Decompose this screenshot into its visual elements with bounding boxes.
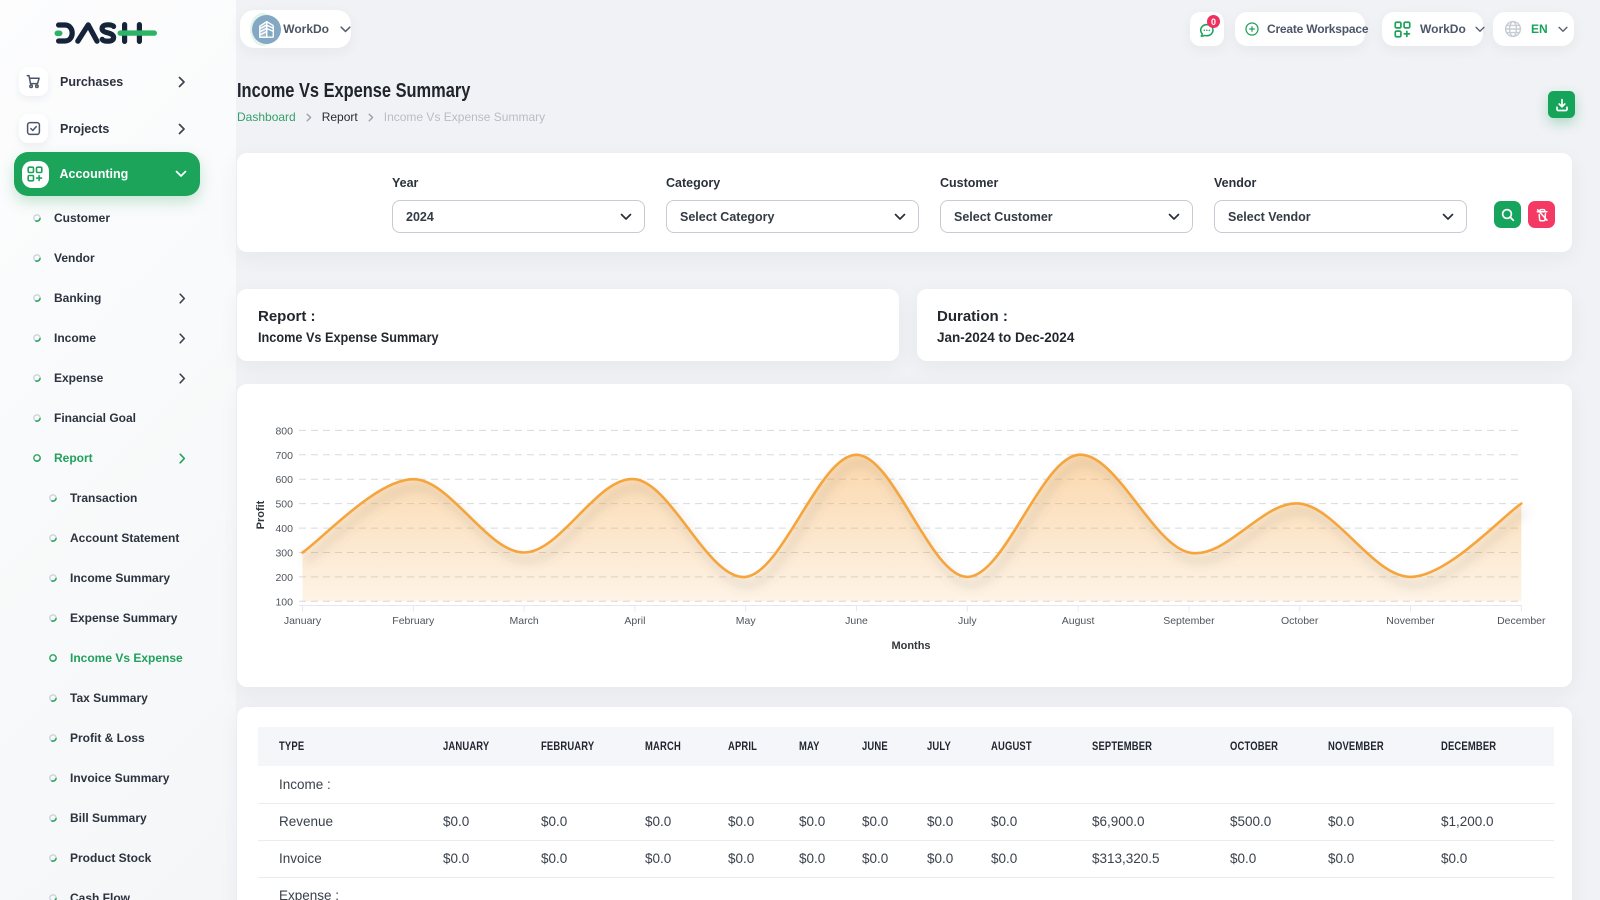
svg-text:January: January bbox=[284, 615, 322, 627]
svg-text:400: 400 bbox=[275, 523, 293, 535]
svg-text:December: December bbox=[1497, 615, 1546, 627]
svg-text:June: June bbox=[845, 615, 868, 627]
svg-text:May: May bbox=[736, 615, 757, 627]
svg-text:700: 700 bbox=[275, 450, 293, 462]
svg-text:July: July bbox=[958, 615, 977, 627]
svg-text:100: 100 bbox=[275, 596, 293, 608]
svg-text:800: 800 bbox=[275, 425, 293, 437]
svg-text:600: 600 bbox=[275, 474, 293, 486]
svg-text:Months: Months bbox=[891, 640, 930, 652]
svg-text:October: October bbox=[1281, 615, 1319, 627]
svg-text:300: 300 bbox=[275, 548, 293, 560]
svg-text:200: 200 bbox=[275, 572, 293, 584]
svg-text:April: April bbox=[624, 615, 645, 627]
svg-text:September: September bbox=[1163, 615, 1215, 627]
svg-text:August: August bbox=[1062, 615, 1095, 627]
svg-text:500: 500 bbox=[275, 499, 293, 511]
svg-text:February: February bbox=[392, 615, 435, 627]
svg-text:November: November bbox=[1386, 615, 1435, 627]
svg-text:Profit: Profit bbox=[255, 500, 267, 529]
svg-text:March: March bbox=[510, 615, 539, 627]
